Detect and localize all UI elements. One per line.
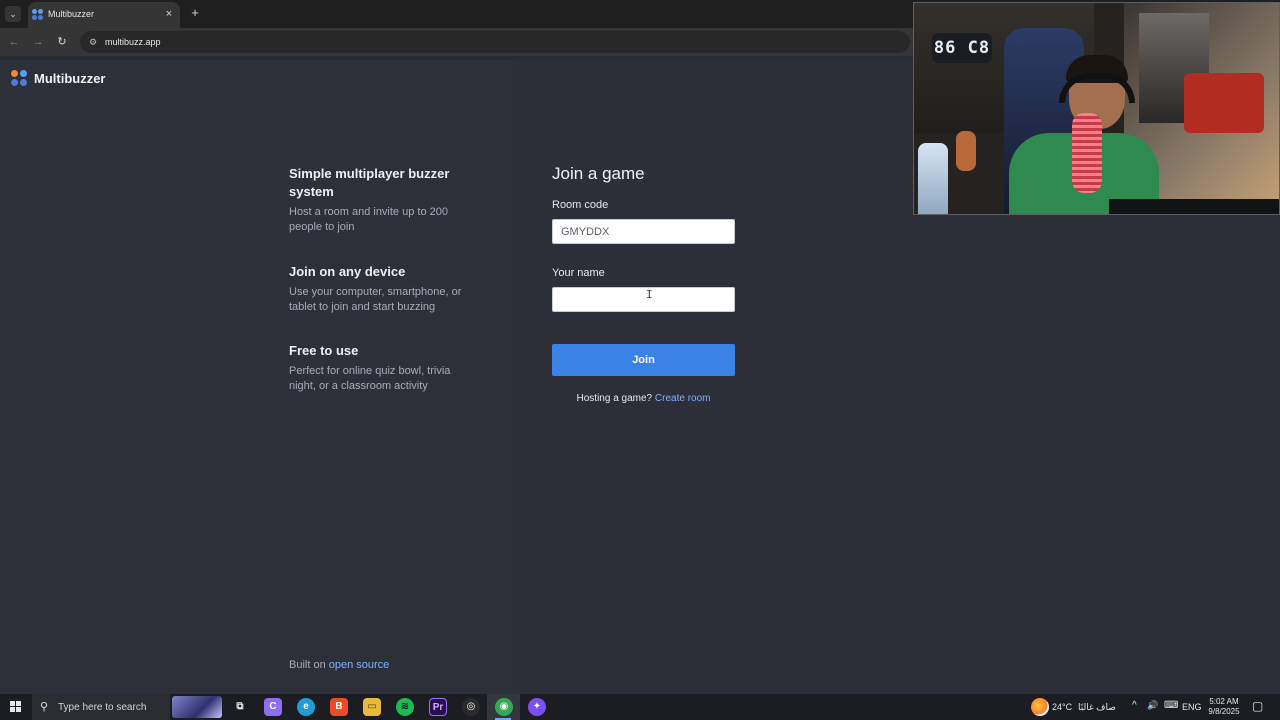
obs-icon[interactable]: ◎ xyxy=(462,698,480,716)
feature-any-device: Join on any device Use your computer, sm… xyxy=(289,263,479,315)
feature-description: Use your computer, smartphone, or tablet… xyxy=(289,286,462,313)
hosting-line: Hosting a game? Create room xyxy=(552,393,735,404)
edge-icon[interactable]: e xyxy=(297,698,315,716)
feature-title: Simple multiplayer buzzer system xyxy=(289,166,450,199)
address-bar[interactable]: ⚙ multibuzz.app xyxy=(80,31,910,53)
forward-button[interactable]: → xyxy=(30,34,46,50)
notification-icon[interactable]: ▢ xyxy=(1252,699,1263,713)
join-button[interactable]: Join xyxy=(552,344,735,376)
tab-title: Multibuzzer xyxy=(48,9,95,19)
site-info-icon[interactable]: ⚙ xyxy=(86,35,100,49)
your-name-label: Your name xyxy=(552,267,605,279)
feature-description: Perfect for online quiz bowl, trivia nig… xyxy=(289,365,451,392)
built-on-footer: Built on open source xyxy=(289,659,389,671)
feature-simple-buzzer: Simple multiplayer buzzer system Host a … xyxy=(289,165,479,235)
network-icon[interactable]: ⌨ xyxy=(1164,700,1178,711)
copilot-icon[interactable]: C xyxy=(264,698,282,716)
language-indicator[interactable]: ENG xyxy=(1182,702,1202,712)
webcam-digital-clock: 86 C8 xyxy=(932,33,992,63)
search-highlight-image[interactable] xyxy=(172,696,222,718)
webcam-keyboard xyxy=(1109,199,1279,214)
feature-title: Join on any device xyxy=(289,264,406,279)
weather-description[interactable]: صاف غالبًا xyxy=(1078,702,1116,713)
clock-date: 9/8/2025 xyxy=(1208,707,1240,716)
volume-icon[interactable]: 🔊 xyxy=(1147,700,1158,711)
feature-free-to-use: Free to use Perfect for online quiz bowl… xyxy=(289,342,479,394)
create-room-link[interactable]: Create room xyxy=(655,393,711,404)
brand[interactable]: Multibuzzer xyxy=(11,70,106,86)
multibuzzer-favicon-icon xyxy=(32,9,44,21)
room-code-label: Room code xyxy=(552,199,609,211)
built-on-prefix: Built on xyxy=(289,659,329,671)
taskbar-search[interactable]: ⚲ Type here to search xyxy=(32,694,170,720)
taskbar-clock[interactable]: 5:02 AM 9/8/2025 xyxy=(1204,697,1244,717)
join-title: Join a game xyxy=(552,164,645,183)
webcam-overlay: 86 C8 xyxy=(913,2,1280,215)
premiere-pro-icon[interactable]: Pr xyxy=(429,698,447,716)
show-hidden-icons-chevron-icon[interactable]: ^ xyxy=(1132,700,1137,711)
tab-close-icon[interactable]: × xyxy=(162,7,176,21)
url-text[interactable]: multibuzz.app xyxy=(105,37,161,47)
webcam-microphone xyxy=(1072,113,1102,193)
webcam-toy-car xyxy=(1184,73,1264,133)
open-source-link[interactable]: open source xyxy=(329,659,390,671)
clock-time: 5:02 AM xyxy=(1209,697,1239,706)
tab-list-button[interactable]: ⌄ xyxy=(5,6,21,22)
windows-taskbar: ⚲ Type here to search ⧉ C e B ▭ ≋ Pr ◎ ◉… xyxy=(0,694,1280,720)
weather-temperature[interactable]: 24°C xyxy=(1052,702,1072,712)
weather-icon[interactable] xyxy=(1031,698,1049,716)
chrome-icon[interactable]: ◉ xyxy=(495,698,513,716)
feature-description: Host a room and invite up to 200 people … xyxy=(289,206,448,233)
browser-tab-multibuzzer[interactable]: Multibuzzer × xyxy=(28,2,180,28)
task-view-icon[interactable]: ⧉ xyxy=(231,698,249,716)
webcam-figurine xyxy=(956,131,976,171)
multibuzzer-logo-icon xyxy=(11,70,27,86)
brave-icon[interactable]: B xyxy=(330,698,348,716)
windows-start-icon[interactable] xyxy=(10,701,22,713)
new-tab-button[interactable]: + xyxy=(188,6,202,20)
file-explorer-icon[interactable]: ▭ xyxy=(363,698,381,716)
back-button[interactable]: ← xyxy=(6,34,22,50)
text-cursor-icon: I xyxy=(646,288,653,301)
webcam-water-bottle xyxy=(918,143,948,214)
hosting-prefix: Hosting a game? xyxy=(576,393,653,404)
brand-name: Multibuzzer xyxy=(34,70,106,86)
spotify-icon[interactable]: ≋ xyxy=(396,698,414,716)
reload-button[interactable]: ↻ xyxy=(54,34,70,50)
your-name-input[interactable] xyxy=(552,287,735,312)
search-icon: ⚲ xyxy=(40,701,49,713)
room-code-input[interactable] xyxy=(552,219,735,244)
messenger-icon[interactable]: ✦ xyxy=(528,698,546,716)
search-placeholder: Type here to search xyxy=(58,702,147,713)
feature-title: Free to use xyxy=(289,343,359,358)
